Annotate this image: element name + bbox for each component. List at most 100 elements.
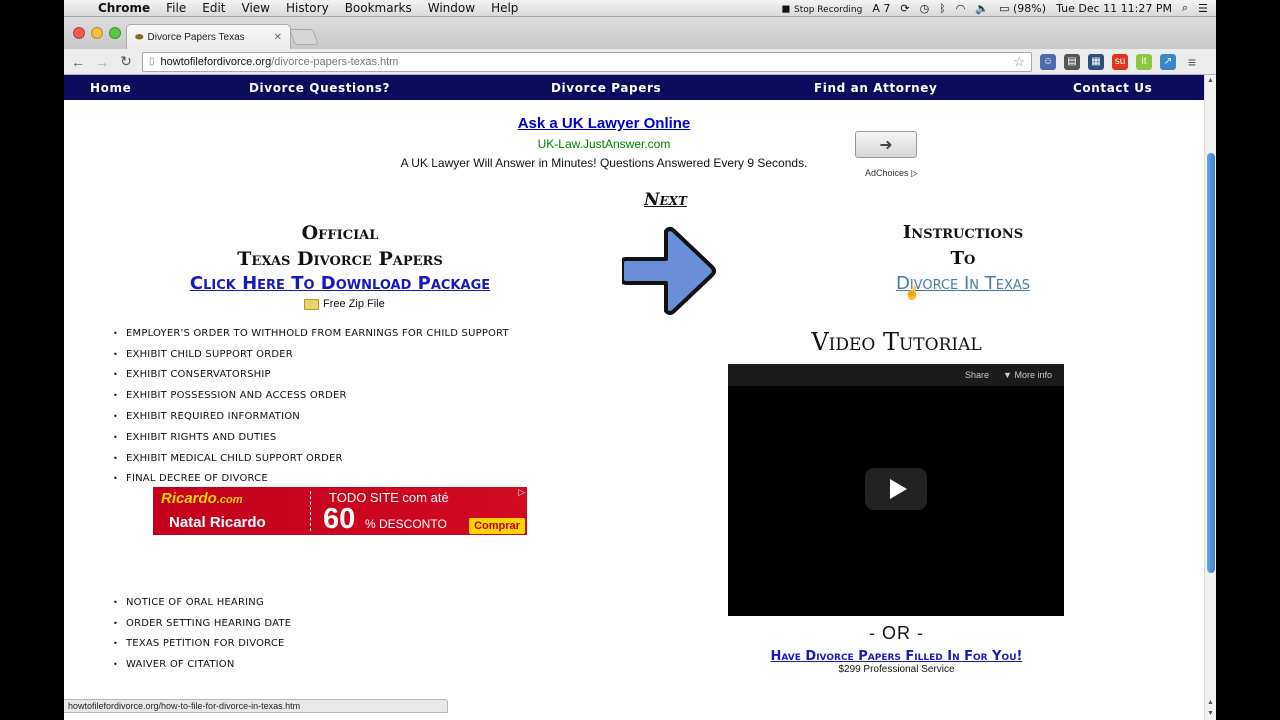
volume-icon[interactable]: 🔈 bbox=[975, 2, 989, 15]
divorce-in-texas-link[interactable]: Divorce In Texas bbox=[824, 273, 1102, 294]
tab-divorce-papers-texas[interactable]: ⬬ Divorce Papers Texas ✕ bbox=[126, 24, 291, 49]
list-item: EXHIBIT RIGHTS AND DUTIES bbox=[113, 427, 509, 448]
forward-icon[interactable]: → bbox=[94, 54, 110, 70]
document-list: EMPLOYER'S ORDER TO WITHHOLD FROM EARNIN… bbox=[113, 323, 509, 489]
papers-filled-link[interactable]: Have Divorce Papers Filled In For You! bbox=[724, 649, 1069, 664]
ad-info-icon[interactable]: ▷ bbox=[518, 487, 525, 498]
extension-chart-icon[interactable]: ↗ bbox=[1160, 53, 1176, 70]
scroll-down-icon[interactable]: ▼ bbox=[1207, 710, 1214, 717]
close-window-button[interactable] bbox=[73, 27, 85, 39]
nav-contact-us[interactable]: Contact Us bbox=[1073, 81, 1152, 95]
extension-user-icon[interactable]: ☺ bbox=[1040, 53, 1056, 70]
tab-strip: ⬬ Divorce Papers Texas ✕ bbox=[64, 17, 1216, 49]
banner-discount: % DESCONTO bbox=[365, 517, 447, 531]
web-page: Home Divorce Questions? Divorce Papers F… bbox=[64, 75, 1204, 720]
nav-divorce-questions[interactable]: Divorce Questions? bbox=[249, 81, 390, 95]
menu-view[interactable]: View bbox=[234, 1, 278, 15]
adchoices-link[interactable]: AdChoices ▷ bbox=[865, 168, 918, 179]
video-top-bar: Share ▼ More info bbox=[728, 364, 1064, 386]
adobe-icon[interactable]: A 7 bbox=[872, 2, 890, 15]
browser-window: ⬬ Divorce Papers Texas ✕ ← → ↻ ▯ howtofi… bbox=[64, 17, 1216, 720]
back-icon[interactable]: ← bbox=[70, 54, 86, 70]
menu-history[interactable]: History bbox=[278, 1, 337, 15]
ad-url[interactable]: UK-Law.JustAnswer.com bbox=[364, 137, 844, 151]
menu-window[interactable]: Window bbox=[420, 1, 483, 15]
folder-icon bbox=[304, 298, 319, 310]
site-nav-bar: Home Divorce Questions? Divorce Papers F… bbox=[64, 75, 1204, 100]
play-button[interactable] bbox=[865, 468, 927, 510]
clock[interactable]: Tue Dec 11 11:27 PM bbox=[1056, 2, 1172, 15]
menu-app-name[interactable]: Chrome bbox=[90, 1, 158, 15]
nav-divorce-papers[interactable]: Divorce Papers bbox=[551, 81, 661, 95]
banner-divider bbox=[310, 491, 311, 531]
stumbleupon-icon[interactable]: su bbox=[1112, 53, 1128, 70]
battery-icon: ▭ bbox=[999, 1, 1010, 15]
wifi-icon[interactable]: ◠ bbox=[956, 2, 966, 15]
download-package-link[interactable]: Click Here To Download Package bbox=[164, 273, 516, 294]
list-item: EMPLOYER'S ORDER TO WITHHOLD FROM EARNIN… bbox=[113, 323, 509, 344]
scroll-up-icon[interactable]: ▲ bbox=[1207, 77, 1214, 84]
video-tutorial-title: Video Tutorial bbox=[811, 328, 982, 356]
list-item: ORDER SETTING HEARING DATE bbox=[113, 613, 291, 634]
menu-file[interactable]: File bbox=[158, 1, 194, 15]
hand-cursor-icon: ☝ bbox=[904, 285, 921, 300]
extension-green-icon[interactable]: it bbox=[1136, 53, 1152, 70]
ricardo-banner-ad[interactable]: Ricardo.com Natal Ricardo TODO SITE com … bbox=[153, 487, 527, 535]
battery-status[interactable]: ▭ (98%) bbox=[999, 2, 1046, 15]
nav-home[interactable]: Home bbox=[90, 81, 131, 95]
close-tab-icon[interactable]: ✕ bbox=[274, 32, 282, 43]
ad-go-button[interactable]: ➜ bbox=[855, 131, 917, 158]
chrome-menu-icon[interactable]: ≡ bbox=[1184, 54, 1200, 70]
page-scrollbar[interactable]: ▲ ▲ ▼ bbox=[1204, 75, 1216, 720]
url-path: /divorce-papers-texas.htm bbox=[271, 55, 399, 68]
reload-icon[interactable]: ↻ bbox=[118, 53, 134, 70]
zip-file-link[interactable]: Free Zip File bbox=[304, 298, 385, 310]
list-item: EXHIBIT CHILD SUPPORT ORDER bbox=[113, 344, 509, 365]
status-bar-url: howtofilefordivorce.org/how-to-file-for-… bbox=[64, 699, 448, 713]
extension-window-icon[interactable]: ▤ bbox=[1064, 53, 1080, 70]
ad-title-link[interactable]: Ask a UK Lawyer Online bbox=[364, 115, 844, 132]
spotlight-icon[interactable]: ⌕ bbox=[1182, 1, 1188, 15]
sync-icon[interactable]: ⟳ bbox=[900, 2, 909, 15]
menu-edit[interactable]: Edit bbox=[194, 1, 233, 15]
time-machine-icon[interactable]: ◷ bbox=[920, 2, 930, 15]
address-bar[interactable]: ▯ howtofilefordivorce.org/divorce-papers… bbox=[142, 51, 1032, 72]
url-domain: howtofilefordivorce.org bbox=[160, 55, 272, 68]
list-item: NOTICE OF ORAL HEARING bbox=[113, 592, 291, 613]
bluetooth-icon[interactable]: ᛒ bbox=[939, 2, 946, 15]
page-icon: ▯ bbox=[149, 56, 155, 67]
menu-bookmarks[interactable]: Bookmarks bbox=[337, 1, 420, 15]
list-item: WAIVER OF CITATION bbox=[113, 654, 291, 675]
nav-find-attorney[interactable]: Find an Attorney bbox=[814, 81, 937, 95]
ad-description: A UK Lawyer Will Answer in Minutes! Ques… bbox=[400, 156, 808, 170]
zoom-window-button[interactable] bbox=[109, 27, 121, 39]
text-ad: Ask a UK Lawyer Online UK-Law.JustAnswer… bbox=[364, 115, 844, 170]
list-item: EXHIBIT POSSESSION AND ACCESS ORDER bbox=[113, 385, 509, 406]
ricardo-logo: Ricardo.com bbox=[161, 490, 243, 507]
scroll-up-small-icon[interactable]: ▲ bbox=[1207, 699, 1214, 706]
video-share-button[interactable]: Share bbox=[965, 370, 989, 380]
banner-buy-button[interactable]: Comprar bbox=[469, 518, 525, 534]
notification-center-icon[interactable]: ☰ bbox=[1198, 2, 1208, 15]
video-player[interactable]: Share ▼ More info bbox=[728, 364, 1064, 616]
list-item: EXHIBIT REQUIRED INFORMATION bbox=[113, 406, 509, 427]
banner-percent: 60 bbox=[323, 503, 356, 535]
stop-recording-item[interactable]: ◼ Stop Recording bbox=[781, 2, 862, 15]
minimize-window-button[interactable] bbox=[91, 27, 103, 39]
service-price: $299 Professional Service bbox=[838, 664, 955, 675]
new-tab-button[interactable] bbox=[289, 29, 319, 45]
extension-grid-icon[interactable]: ▦ bbox=[1088, 53, 1104, 70]
video-more-info-button[interactable]: ▼ More info bbox=[1003, 370, 1052, 380]
scrollbar-thumb[interactable] bbox=[1207, 153, 1215, 573]
big-arrow-right-icon bbox=[622, 227, 716, 315]
arrow-right-icon: ➜ bbox=[879, 136, 893, 154]
menu-help[interactable]: Help bbox=[483, 1, 526, 15]
bookmark-star-icon[interactable]: ☆ bbox=[1013, 54, 1025, 70]
browser-toolbar: ← → ↻ ▯ howtofilefordivorce.org/divorce-… bbox=[64, 49, 1216, 75]
or-divider: - OR - bbox=[869, 623, 924, 643]
tab-title: Divorce Papers Texas bbox=[147, 31, 245, 43]
list-item: EXHIBIT MEDICAL CHILD SUPPORT ORDER bbox=[113, 448, 509, 469]
more-info-icon: ▼ bbox=[1003, 370, 1012, 380]
natal-ricardo-logo: Natal Ricardo bbox=[169, 514, 266, 531]
document-list-continued: NOTICE OF ORAL HEARING ORDER SETTING HEA… bbox=[113, 592, 291, 675]
